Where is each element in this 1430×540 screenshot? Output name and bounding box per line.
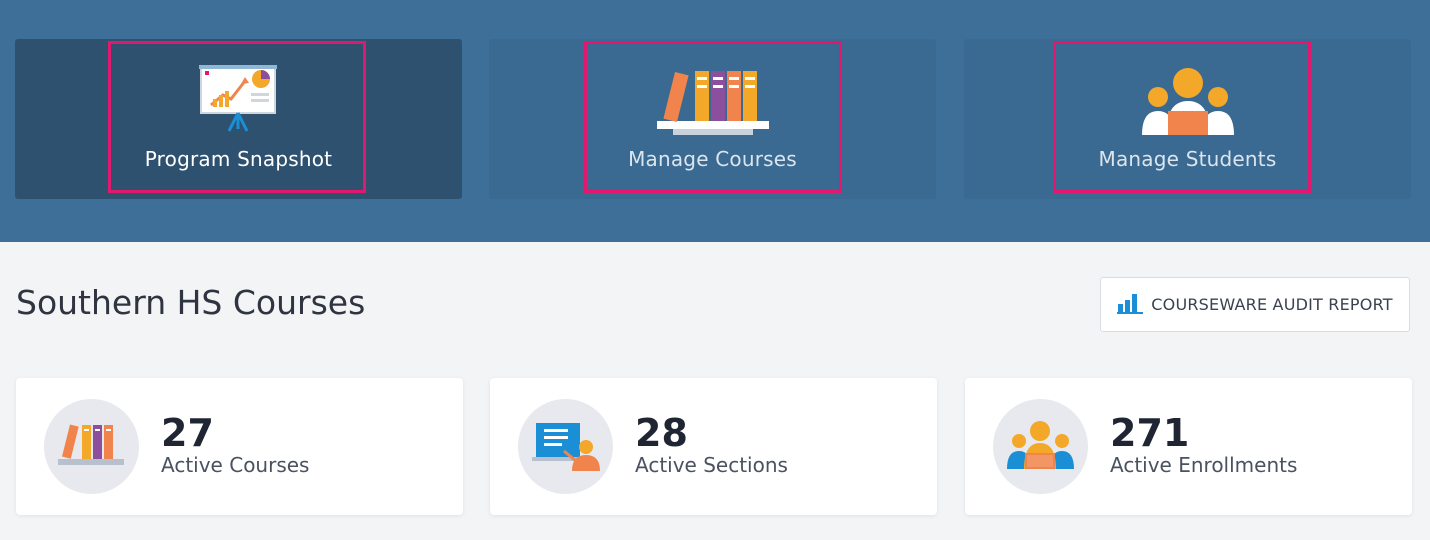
stat-card-active-enrollments: 271 Active Enrollments	[965, 378, 1412, 515]
nav-card-label: Manage Students	[1098, 147, 1277, 171]
courseware-audit-report-button[interactable]: COURSEWARE AUDIT REPORT	[1100, 277, 1410, 332]
presentation-chart-icon	[198, 63, 279, 139]
nav-card-manage-courses[interactable]: Manage Courses	[489, 39, 936, 199]
bar-chart-icon	[1117, 292, 1144, 318]
stat-value: 28	[635, 411, 688, 455]
stat-card-active-sections: 28 Active Sections	[490, 378, 937, 515]
nav-card-label: Program Snapshot	[144, 147, 333, 171]
stat-label: Active Sections	[635, 453, 788, 477]
teacher-board-icon	[518, 399, 613, 494]
audit-button-label: COURSEWARE AUDIT REPORT	[1151, 295, 1393, 314]
top-navigation-bar: Program Snapshot Manage Courses Manage S…	[0, 0, 1430, 242]
stat-label: Active Enrollments	[1110, 453, 1298, 477]
stat-value: 27	[161, 411, 214, 455]
students-group-icon	[1140, 65, 1236, 141]
page-title: Southern HS Courses	[16, 283, 366, 322]
nav-card-label: Manage Courses	[628, 147, 797, 171]
stat-label: Active Courses	[161, 453, 310, 477]
nav-card-program-snapshot[interactable]: Program Snapshot	[15, 39, 462, 199]
books-icon	[44, 399, 139, 494]
stat-card-active-courses: 27 Active Courses	[16, 378, 463, 515]
books-icon	[656, 67, 769, 141]
nav-card-manage-students[interactable]: Manage Students	[964, 39, 1411, 199]
stat-value: 271	[1110, 411, 1190, 455]
students-group-icon	[993, 399, 1088, 494]
